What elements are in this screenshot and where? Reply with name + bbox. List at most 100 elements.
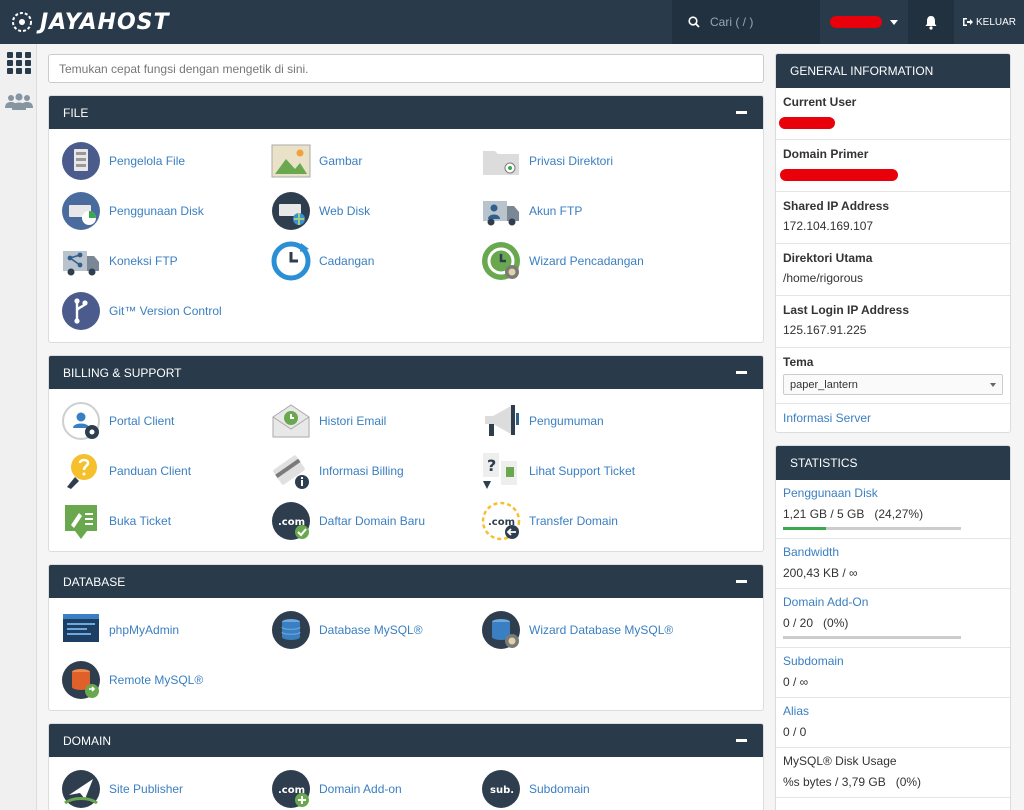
- phpmyadmin-icon: [61, 610, 101, 650]
- stat-label: MySQL® Disk Usage: [783, 754, 897, 768]
- statistics-panel: STATISTICS Penggunaan Disk 1,21 GB / 5 GB…: [775, 445, 1011, 810]
- server-info-link[interactable]: Informasi Server: [783, 411, 871, 425]
- stat-row: MySQL® Disk Usage %s bytes / 3,79 GB (0%): [776, 748, 1010, 798]
- panel-body-file: Pengelola File Gambar Privasi Direktori Pen…: [49, 129, 763, 342]
- shortcut-transfer-domain[interactable]: .com Transfer Domain: [481, 499, 681, 543]
- addon-domain-icon: .com: [271, 769, 311, 809]
- mysql-database-icon: [271, 610, 311, 650]
- shortcut-git[interactable]: Git™ Version Control: [61, 289, 261, 333]
- stat-label[interactable]: Bandwidth: [783, 545, 1003, 559]
- panel-header-file[interactable]: FILE: [49, 96, 763, 129]
- shortcut-remote-mysql[interactable]: Remote MySQL®: [61, 658, 261, 702]
- stat-label[interactable]: Subdomain: [783, 654, 1003, 668]
- shortcut-label: Domain Add-on: [319, 782, 402, 796]
- shortcut-file-manager[interactable]: Pengelola File: [61, 139, 261, 183]
- user-menu[interactable]: [820, 0, 908, 44]
- shortcut-label: Transfer Domain: [529, 514, 618, 528]
- shortcut-site-publisher[interactable]: Site Publisher: [61, 767, 261, 810]
- disk-usage-icon: [61, 191, 101, 231]
- stat-label[interactable]: Alias: [783, 704, 1003, 718]
- panel-header-database[interactable]: DATABASE: [49, 565, 763, 598]
- subdomain-icon: sub.: [481, 769, 521, 809]
- logout-button[interactable]: KELUAR: [954, 0, 1024, 44]
- collapse-icon[interactable]: [736, 580, 747, 583]
- shortcut-label: Pengelola File: [109, 154, 186, 168]
- last-login-label: Last Login IP Address: [783, 303, 910, 317]
- theme-select[interactable]: paper_lantern: [783, 374, 1003, 395]
- shortcut-help-lightbulb[interactable]: Panduan Client: [61, 449, 261, 493]
- shortcut-phpmyadmin[interactable]: phpMyAdmin: [61, 608, 261, 652]
- shortcut-backup[interactable]: Cadangan: [271, 239, 471, 283]
- shared-ip-row: Shared IP Address 172.104.169.107: [776, 192, 1010, 244]
- shortcut-subdomain[interactable]: sub. Subdomain: [481, 767, 681, 810]
- left-rail: [0, 44, 37, 810]
- transfer-domain-icon: .com: [481, 501, 521, 541]
- images-icon: [271, 141, 311, 181]
- brand-logo[interactable]: JAYAHOST: [10, 8, 170, 36]
- shared-ip-label: Shared IP Address: [783, 199, 890, 213]
- panel-header-billing-support[interactable]: BILLING & SUPPORT: [49, 356, 763, 389]
- stat-row: Domain Add-On 0 / 20 (0%): [776, 589, 1010, 648]
- header-search-input[interactable]: [710, 15, 810, 29]
- top-bar: JAYAHOST KELUAR: [0, 0, 1024, 44]
- primary-domain-redacted: [780, 169, 898, 181]
- shortcut-label: Subdomain: [529, 782, 590, 796]
- shared-ip-value: 172.104.169.107: [783, 219, 874, 233]
- shortcut-mysql-wizard[interactable]: Wizard Database MySQL®: [481, 608, 681, 652]
- shortcut-ftp-accounts[interactable]: Akun FTP: [481, 189, 681, 233]
- shortcut-billing-info[interactable]: Informasi Billing: [271, 449, 471, 493]
- shortcut-label: Panduan Client: [109, 464, 192, 478]
- theme-select-value: paper_lantern: [790, 378, 858, 391]
- site-publisher-icon: [61, 769, 101, 809]
- stat-row: Alias 0 / 0: [776, 698, 1010, 748]
- shortcut-email-history[interactable]: Histori Email: [271, 399, 471, 443]
- bell-icon: [925, 15, 937, 30]
- shortcut-megaphone[interactable]: Pengumuman: [481, 399, 681, 443]
- brand-name: JAYAHOST: [40, 9, 170, 35]
- panel-title: FILE: [63, 105, 89, 120]
- shortcut-mysql-database[interactable]: Database MySQL®: [271, 608, 471, 652]
- usage-progress-bar: [783, 636, 961, 639]
- shortcut-backup-wizard[interactable]: Wizard Pencadangan: [481, 239, 681, 283]
- shortcut-label: Pengumuman: [529, 414, 604, 428]
- grid-icon: [6, 52, 31, 74]
- quick-search-input[interactable]: [59, 61, 749, 76]
- shortcut-label: Penggunaan Disk: [109, 204, 204, 218]
- shortcut-client-portal[interactable]: Portal Client: [61, 399, 261, 443]
- shortcut-directory-privacy[interactable]: Privasi Direktori: [481, 139, 681, 183]
- shortcut-open-ticket[interactable]: Buka Ticket: [61, 499, 261, 543]
- statistics-list: Penggunaan Disk 1,21 GB / 5 GB (24,27%) Ba…: [776, 480, 1010, 798]
- rail-users-button[interactable]: [0, 82, 37, 120]
- stat-label[interactable]: Penggunaan Disk: [783, 486, 1003, 500]
- shortcut-ftp-connections[interactable]: Koneksi FTP: [61, 239, 261, 283]
- stat-label[interactable]: Domain Add-On: [783, 595, 1003, 609]
- panel-title: BILLING & SUPPORT: [63, 365, 182, 380]
- collapse-icon[interactable]: [736, 739, 747, 742]
- shortcut-addon-domain[interactable]: .com Domain Add-on: [271, 767, 471, 810]
- shortcut-label: Cadangan: [319, 254, 375, 268]
- directory-privacy-icon: [481, 141, 521, 181]
- collapse-icon[interactable]: [736, 111, 747, 114]
- statistics-header: STATISTICS: [776, 446, 1010, 480]
- shortcut-disk-usage[interactable]: Penggunaan Disk: [61, 189, 261, 233]
- web-disk-icon: [271, 191, 311, 231]
- stat-value: %s bytes / 3,79 GB (0%): [783, 775, 922, 789]
- collapse-icon[interactable]: [736, 371, 747, 374]
- shortcut-register-domain[interactable]: .com Daftar Domain Baru: [271, 499, 471, 543]
- panel-header-domain[interactable]: DOMAIN: [49, 724, 763, 757]
- home-directory-row: Direktori Utama /home/rigorous: [776, 244, 1010, 296]
- quick-search[interactable]: [48, 54, 764, 83]
- stat-value: 0 / 0: [783, 725, 807, 739]
- rail-home-button[interactable]: [0, 44, 37, 82]
- shortcut-view-ticket[interactable]: ? Lihat Support Ticket: [481, 449, 681, 493]
- shortcut-label: Lihat Support Ticket: [529, 464, 636, 478]
- header-search[interactable]: [672, 0, 820, 44]
- theme-label: Tema: [783, 355, 814, 369]
- shortcut-web-disk[interactable]: Web Disk: [271, 189, 471, 233]
- shortcut-label: Histori Email: [319, 414, 387, 428]
- shortcut-images[interactable]: Gambar: [271, 139, 471, 183]
- git-icon: [61, 291, 101, 331]
- notifications-button[interactable]: [908, 0, 954, 44]
- stat-value: 200,43 KB / ∞: [783, 566, 858, 580]
- general-information-panel: GENERAL INFORMATION Current User Domain …: [775, 53, 1011, 433]
